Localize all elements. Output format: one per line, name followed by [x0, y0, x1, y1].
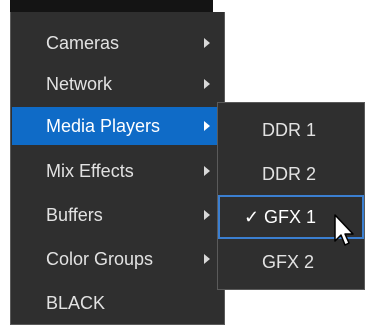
- caret-right-icon: [204, 210, 210, 220]
- caret-right-icon: [204, 166, 210, 176]
- submenu-item-label: DDR 2: [262, 163, 317, 184]
- mouse-cursor-icon: [334, 214, 354, 246]
- menu-item-black[interactable]: BLACK: [12, 284, 222, 322]
- caret-right-icon: [204, 121, 210, 131]
- menu-item-color-groups[interactable]: Color Groups: [12, 240, 222, 278]
- submenu-item-ddr2[interactable]: DDR 2: [218, 152, 364, 196]
- menu-item-label: Media Players: [46, 115, 161, 136]
- menu-item-buffers[interactable]: Buffers: [12, 196, 222, 234]
- caret-right-icon: [204, 38, 210, 48]
- menu-item-label: Cameras: [46, 32, 120, 53]
- submenu-item-label: GFX 2: [262, 251, 315, 272]
- menu-item-label: BLACK: [46, 292, 106, 313]
- submenu-item-label: DDR 1: [262, 119, 317, 140]
- menu-item-label: Color Groups: [46, 248, 154, 269]
- menu-top-strip: [10, 0, 213, 12]
- menu-item-cameras[interactable]: Cameras: [12, 24, 222, 62]
- menu-item-label: Mix Effects: [46, 160, 134, 181]
- caret-right-icon: [204, 254, 210, 264]
- caret-right-icon: [204, 79, 210, 89]
- menu-item-media-players[interactable]: Media Players: [12, 107, 222, 145]
- menu-item-network[interactable]: Network: [12, 65, 222, 103]
- menu-item-mix-effects[interactable]: Mix Effects: [12, 152, 222, 190]
- submenu-item-ddr1[interactable]: DDR 1: [218, 108, 364, 152]
- menu-item-label: Network: [46, 73, 113, 94]
- checkmark-icon: ✓: [244, 206, 260, 227]
- submenu-item-label: GFX 1: [264, 206, 317, 227]
- menu-item-label: Buffers: [46, 204, 103, 225]
